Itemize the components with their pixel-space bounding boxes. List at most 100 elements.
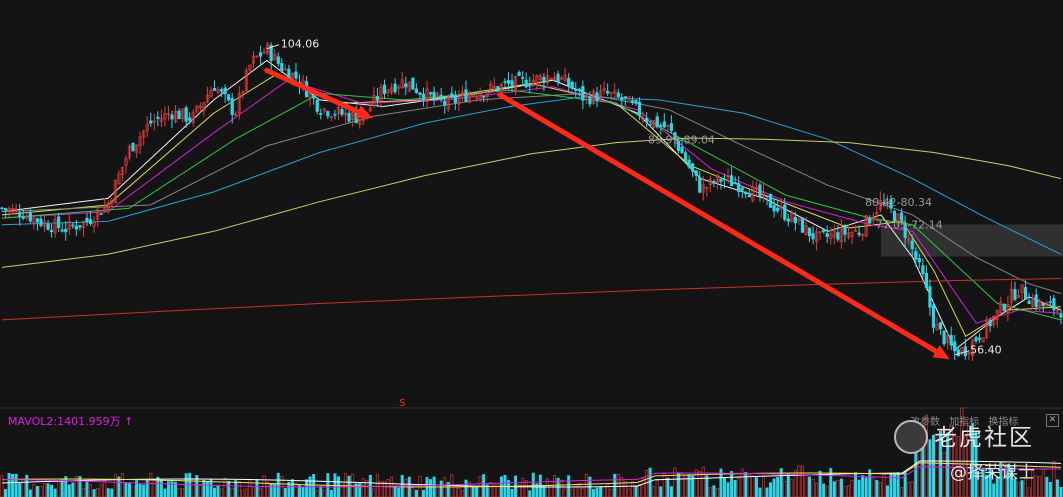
candle-body (99, 213, 103, 215)
volume-bar (584, 473, 588, 497)
volume-bar (489, 482, 493, 497)
candle-body (747, 194, 751, 198)
volume-bar (843, 486, 847, 497)
candle-body (521, 77, 525, 79)
candle-body (315, 99, 319, 112)
candle-body (683, 152, 688, 162)
volume-bar (181, 488, 185, 497)
candle-body (333, 113, 337, 116)
candle-body (428, 92, 433, 95)
candle-body (131, 142, 135, 152)
candle-body (464, 89, 468, 102)
candle-body (956, 349, 960, 357)
volume-bar (25, 474, 29, 497)
volume-bar (602, 486, 606, 497)
volume-bar (645, 469, 649, 497)
volume-bar (712, 485, 716, 497)
candle-body (326, 111, 330, 117)
volume-bar (475, 487, 479, 497)
volume-indicator-label: MAVOL2:1401.959万 ↑ (8, 415, 134, 428)
candle-body (510, 80, 514, 86)
candle-body (1059, 313, 1063, 318)
candle-body (375, 96, 380, 101)
volume-bar (227, 480, 231, 497)
candle-body (857, 232, 861, 235)
volume-bar (96, 487, 100, 497)
candle-body (917, 258, 921, 263)
volume-bar (53, 488, 57, 497)
candle-body (567, 78, 571, 86)
candle-body (46, 223, 50, 230)
candle-body (496, 86, 500, 92)
candle-body (1013, 289, 1017, 300)
volume-bar (283, 488, 287, 497)
moving-average-line-4 (1, 92, 1062, 295)
volume-bar (595, 487, 599, 497)
candle-body (988, 320, 992, 327)
candle-body (230, 98, 234, 115)
candle-body (57, 216, 61, 229)
candle-body (276, 56, 280, 64)
volume-bar (0, 475, 4, 497)
volume-bar (4, 489, 8, 497)
candle-body (39, 218, 43, 226)
volume-bar (599, 486, 603, 497)
candle-body (453, 95, 457, 103)
candle-body (938, 322, 943, 330)
volume-bar (808, 476, 812, 497)
volume-bar (616, 474, 620, 497)
volume-bar (439, 480, 443, 497)
candle-body (570, 81, 574, 89)
candle-body (3, 208, 8, 211)
volume-bar (839, 478, 843, 497)
candle-body (616, 92, 620, 97)
candle-body (18, 212, 22, 218)
candle-body (811, 233, 815, 240)
candle-body (843, 227, 847, 235)
volume-bar (613, 473, 617, 497)
volume-bar (567, 475, 571, 497)
candle-body (719, 179, 723, 182)
volume-bar (786, 473, 790, 497)
volume-bar (85, 481, 89, 497)
volume-bar (627, 488, 631, 497)
volume-bar (35, 485, 39, 497)
volume-bar (878, 482, 882, 497)
candle-body (382, 84, 387, 94)
volume-bar (57, 478, 61, 497)
volume-bar (71, 482, 75, 497)
volume-bar (128, 483, 132, 497)
candle-body (691, 163, 695, 172)
candle-body (528, 84, 532, 87)
volume-bar (99, 484, 103, 497)
sell-signal-marker: S (399, 398, 405, 409)
candle-body (630, 100, 635, 103)
candle-body (411, 77, 415, 90)
candle-body (914, 251, 918, 260)
candle-body (776, 207, 780, 212)
candle-body (280, 63, 284, 72)
volume-bar (223, 477, 227, 497)
volume-bar (832, 481, 836, 497)
volume-bar (32, 483, 36, 497)
candle-body (71, 224, 75, 227)
candle-body (542, 76, 546, 83)
volume-bar (202, 479, 206, 497)
candle-body (294, 71, 298, 79)
candle-body (28, 211, 32, 222)
trend-arrow-shaft (264, 67, 361, 115)
volume-bar (804, 475, 808, 497)
candle-body (694, 170, 698, 176)
volume-bar (67, 484, 71, 497)
volume-bar (237, 481, 241, 497)
volume-bar (216, 484, 220, 497)
candle-body (443, 101, 447, 106)
volume-bar (648, 467, 652, 497)
volume-bar (305, 479, 309, 497)
candle-body (623, 96, 627, 99)
candle-body (503, 81, 507, 83)
candle-body (786, 218, 790, 222)
candle-body (606, 90, 610, 94)
volume-bar (542, 485, 546, 497)
volume-bar (361, 478, 365, 497)
